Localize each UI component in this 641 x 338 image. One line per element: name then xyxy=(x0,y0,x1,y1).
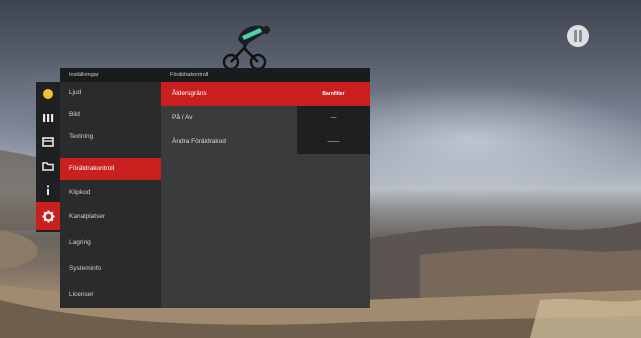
menu-item-klipkod[interactable]: Klipkod xyxy=(60,182,161,204)
option-change-pin[interactable]: Ändra Föräldrakod —— xyxy=(161,130,370,154)
menu-item-bild[interactable]: Bild xyxy=(60,104,161,126)
parental-control-header: Föräldrakontroll xyxy=(161,68,370,82)
option-change-pin-label: Ändra Föräldrakod xyxy=(172,138,226,145)
icon-rail xyxy=(36,82,60,232)
settings-menu-header: Inställningar xyxy=(60,68,161,82)
settings-menu: Inställningar Ljud Bild Textning Föräldr… xyxy=(60,68,161,308)
guide-icon[interactable] xyxy=(36,130,60,154)
option-on-off-label: På / Av xyxy=(172,114,193,121)
home-icon[interactable] xyxy=(36,82,60,106)
channel-logo-icon xyxy=(567,25,589,47)
tv-screen: Inställningar Ljud Bild Textning Föräldr… xyxy=(0,0,641,338)
menu-item-licenser[interactable]: Licenser xyxy=(60,284,161,306)
cyclist-silhouette xyxy=(222,25,270,70)
option-age-limit-value: Barnfilter xyxy=(322,91,345,97)
option-on-off-value: — xyxy=(297,106,370,130)
settings-icon[interactable] xyxy=(36,202,60,230)
menu-item-textning[interactable]: Textning xyxy=(60,126,161,148)
info-icon[interactable] xyxy=(36,178,60,202)
menu-item-foraldrakontroll[interactable]: Föräldrakontroll xyxy=(60,158,161,180)
option-age-limit-label: Åldersgräns xyxy=(172,90,207,97)
channels-icon[interactable] xyxy=(36,106,60,130)
parental-control-panel: Föräldrakontroll Åldersgräns Barnfilter … xyxy=(161,68,370,308)
option-age-limit[interactable]: Åldersgräns Barnfilter xyxy=(161,82,370,106)
option-on-off[interactable]: På / Av — xyxy=(161,106,370,130)
menu-item-lagring[interactable]: Lagring xyxy=(60,232,161,254)
folder-icon[interactable] xyxy=(36,154,60,178)
menu-item-ljud[interactable]: Ljud xyxy=(60,82,161,104)
option-change-pin-value: —— xyxy=(297,130,370,154)
menu-item-kanalplatser[interactable]: Kanalplatser xyxy=(60,206,161,228)
menu-item-systeminfo[interactable]: Systeminfo xyxy=(60,258,161,280)
